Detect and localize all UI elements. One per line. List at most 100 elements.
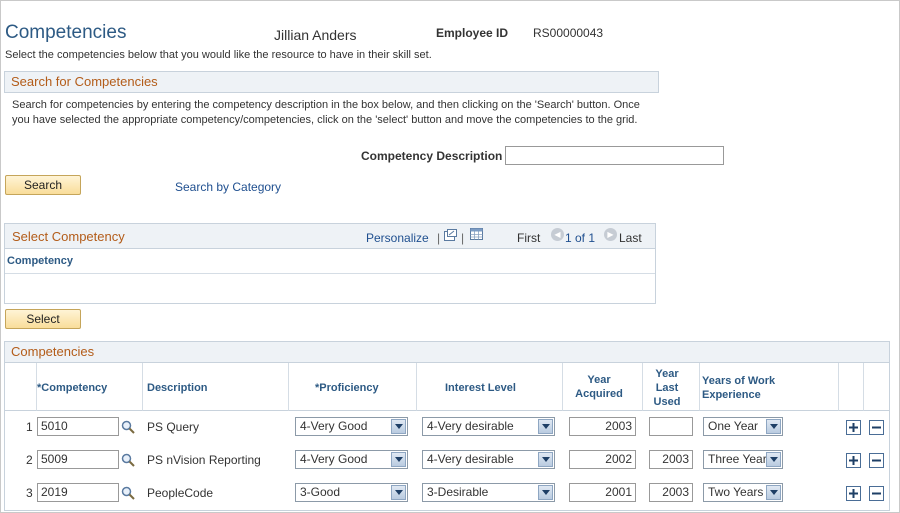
personalize-link[interactable]: Personalize — [366, 231, 429, 245]
page-title: Competencies — [5, 22, 127, 43]
search-by-category-link[interactable]: Search by Category — [175, 180, 281, 194]
competency-code-input[interactable]: 5010 — [37, 417, 119, 436]
year-last-used-column[interactable]: Year Last Used — [643, 363, 700, 411]
intro-text: Select the competencies below that you w… — [5, 49, 432, 61]
competency-description-label: Competency Description — [361, 149, 503, 163]
proficiency-value: 3-Good — [300, 485, 341, 499]
year-last-used-input[interactable] — [649, 417, 693, 436]
row-number: 3 — [26, 486, 33, 500]
spreadsheet-icon[interactable] — [470, 228, 483, 240]
competency-column-label: Competency — [7, 255, 74, 267]
chevron-down-icon — [538, 419, 553, 434]
table-row: 3 2019 PeopleCode 3-Good 3-Desirable 200… — [5, 477, 889, 510]
interest-level-value: 3-Desirable — [427, 485, 489, 499]
interest-level-column-label: Interest Level — [445, 382, 516, 394]
years-experience-select[interactable]: Two Years — [703, 483, 783, 502]
search-button[interactable]: Search — [5, 175, 81, 195]
select-competency-title: Select Competency — [12, 229, 125, 244]
row-number-column — [5, 363, 37, 411]
years-experience-value: Three Year — [708, 452, 767, 466]
row-number: 1 — [26, 420, 33, 434]
year-acquired-input[interactable]: 2002 — [569, 450, 636, 469]
plus-icon[interactable] — [846, 453, 861, 468]
year-last-used-input[interactable]: 2003 — [649, 483, 693, 502]
chevron-down-icon — [766, 452, 781, 467]
row-count: 1 of 1 — [565, 231, 596, 245]
year-acquired-column[interactable]: Year Acquired — [563, 363, 643, 411]
years-experience-value: One Year — [708, 419, 759, 433]
interest-level-column[interactable]: Interest Level — [417, 363, 563, 411]
description-text: PS Query — [147, 420, 200, 434]
years-experience-column-label: Years of Work Experience — [702, 375, 776, 401]
year-acquired-input[interactable]: 2001 — [569, 483, 636, 502]
row-number: 2 — [26, 453, 33, 467]
description-column-label: Description — [147, 382, 208, 394]
chevron-down-icon — [391, 452, 406, 467]
interest-level-select[interactable]: 4-Very desirable — [422, 450, 555, 469]
interest-level-value: 4-Very desirable — [427, 419, 514, 433]
competencies-section-header: Competencies — [4, 341, 890, 363]
chevron-down-icon — [766, 485, 781, 500]
chevron-down-icon — [391, 485, 406, 500]
proficiency-column-label: *Proficiency — [315, 382, 379, 394]
select-button[interactable]: Select — [5, 309, 81, 329]
years-experience-value: Two Years — [708, 485, 764, 499]
competencies-grid: *Competency Description *Proficiency Int… — [4, 363, 890, 511]
magnifier-icon[interactable] — [121, 486, 135, 500]
arrow-left-icon: ◀ — [551, 228, 564, 241]
plus-icon[interactable] — [846, 486, 861, 501]
chevron-down-icon — [766, 419, 781, 434]
search-help-text: Search for competencies by entering the … — [12, 99, 640, 126]
employee-id-value: RS00000043 — [533, 26, 604, 40]
years-experience-select[interactable]: Three Year — [703, 450, 783, 469]
year-acquired-column-label: Year Acquired — [575, 374, 623, 400]
employee-name: Jillian Anders — [274, 27, 357, 43]
proficiency-value: 4-Very Good — [300, 452, 368, 466]
interest-level-value: 4-Very desirable — [427, 452, 514, 466]
first-link: First — [517, 231, 541, 245]
competency-code-input[interactable]: 2019 — [37, 483, 119, 502]
proficiency-select[interactable]: 4-Very Good — [295, 417, 408, 436]
minus-icon[interactable] — [869, 453, 884, 468]
year-acquired-input[interactable]: 2003 — [569, 417, 636, 436]
proficiency-select[interactable]: 3-Good — [295, 483, 408, 502]
competency-column-label: *Competency — [37, 382, 108, 394]
competency-column[interactable]: *Competency — [37, 363, 143, 411]
proficiency-value: 4-Very Good — [300, 419, 368, 433]
year-last-used-input[interactable]: 2003 — [649, 450, 693, 469]
competency-column-header[interactable]: Competency — [5, 249, 655, 274]
new-window-icon[interactable] — [444, 229, 457, 241]
interest-level-select[interactable]: 3-Desirable — [422, 483, 555, 502]
chevron-down-icon — [538, 452, 553, 467]
select-competency-grid: Select Competency Personalize | | First … — [4, 223, 656, 304]
years-experience-column[interactable]: Years of Work Experience — [700, 363, 839, 411]
select-competency-header: Select Competency Personalize | | First … — [5, 224, 655, 249]
proficiency-column[interactable]: *Proficiency — [289, 363, 417, 411]
plus-icon[interactable] — [846, 420, 861, 435]
employee-id-label: Employee ID — [436, 26, 509, 40]
description-column[interactable]: Description — [143, 363, 289, 411]
arrow-right-icon: ▶ — [604, 228, 617, 241]
chevron-down-icon — [538, 485, 553, 500]
proficiency-select[interactable]: 4-Very Good — [295, 450, 408, 469]
year-last-used-column-label: Year Last Used — [653, 368, 681, 408]
minus-icon[interactable] — [869, 486, 884, 501]
description-text: PeopleCode — [147, 486, 214, 500]
years-experience-select[interactable]: One Year — [703, 417, 783, 436]
competency-code-input[interactable]: 5009 — [37, 450, 119, 469]
table-row: 2 5009 PS nVision Reporting 4-Very Good … — [5, 444, 889, 477]
competency-description-input[interactable] — [505, 146, 724, 165]
chevron-down-icon — [391, 419, 406, 434]
add-column — [839, 363, 864, 411]
magnifier-icon[interactable] — [121, 420, 135, 434]
magnifier-icon[interactable] — [121, 453, 135, 467]
separator: | — [461, 231, 465, 245]
last-link: Last — [619, 231, 642, 245]
separator: | — [437, 231, 441, 245]
search-section-header: Search for Competencies — [4, 71, 659, 93]
minus-icon[interactable] — [869, 420, 884, 435]
table-row: 1 5010 PS Query 4-Very Good 4-Very desir… — [5, 411, 889, 444]
interest-level-select[interactable]: 4-Very desirable — [422, 417, 555, 436]
description-text: PS nVision Reporting — [147, 453, 261, 467]
delete-column — [864, 363, 889, 411]
